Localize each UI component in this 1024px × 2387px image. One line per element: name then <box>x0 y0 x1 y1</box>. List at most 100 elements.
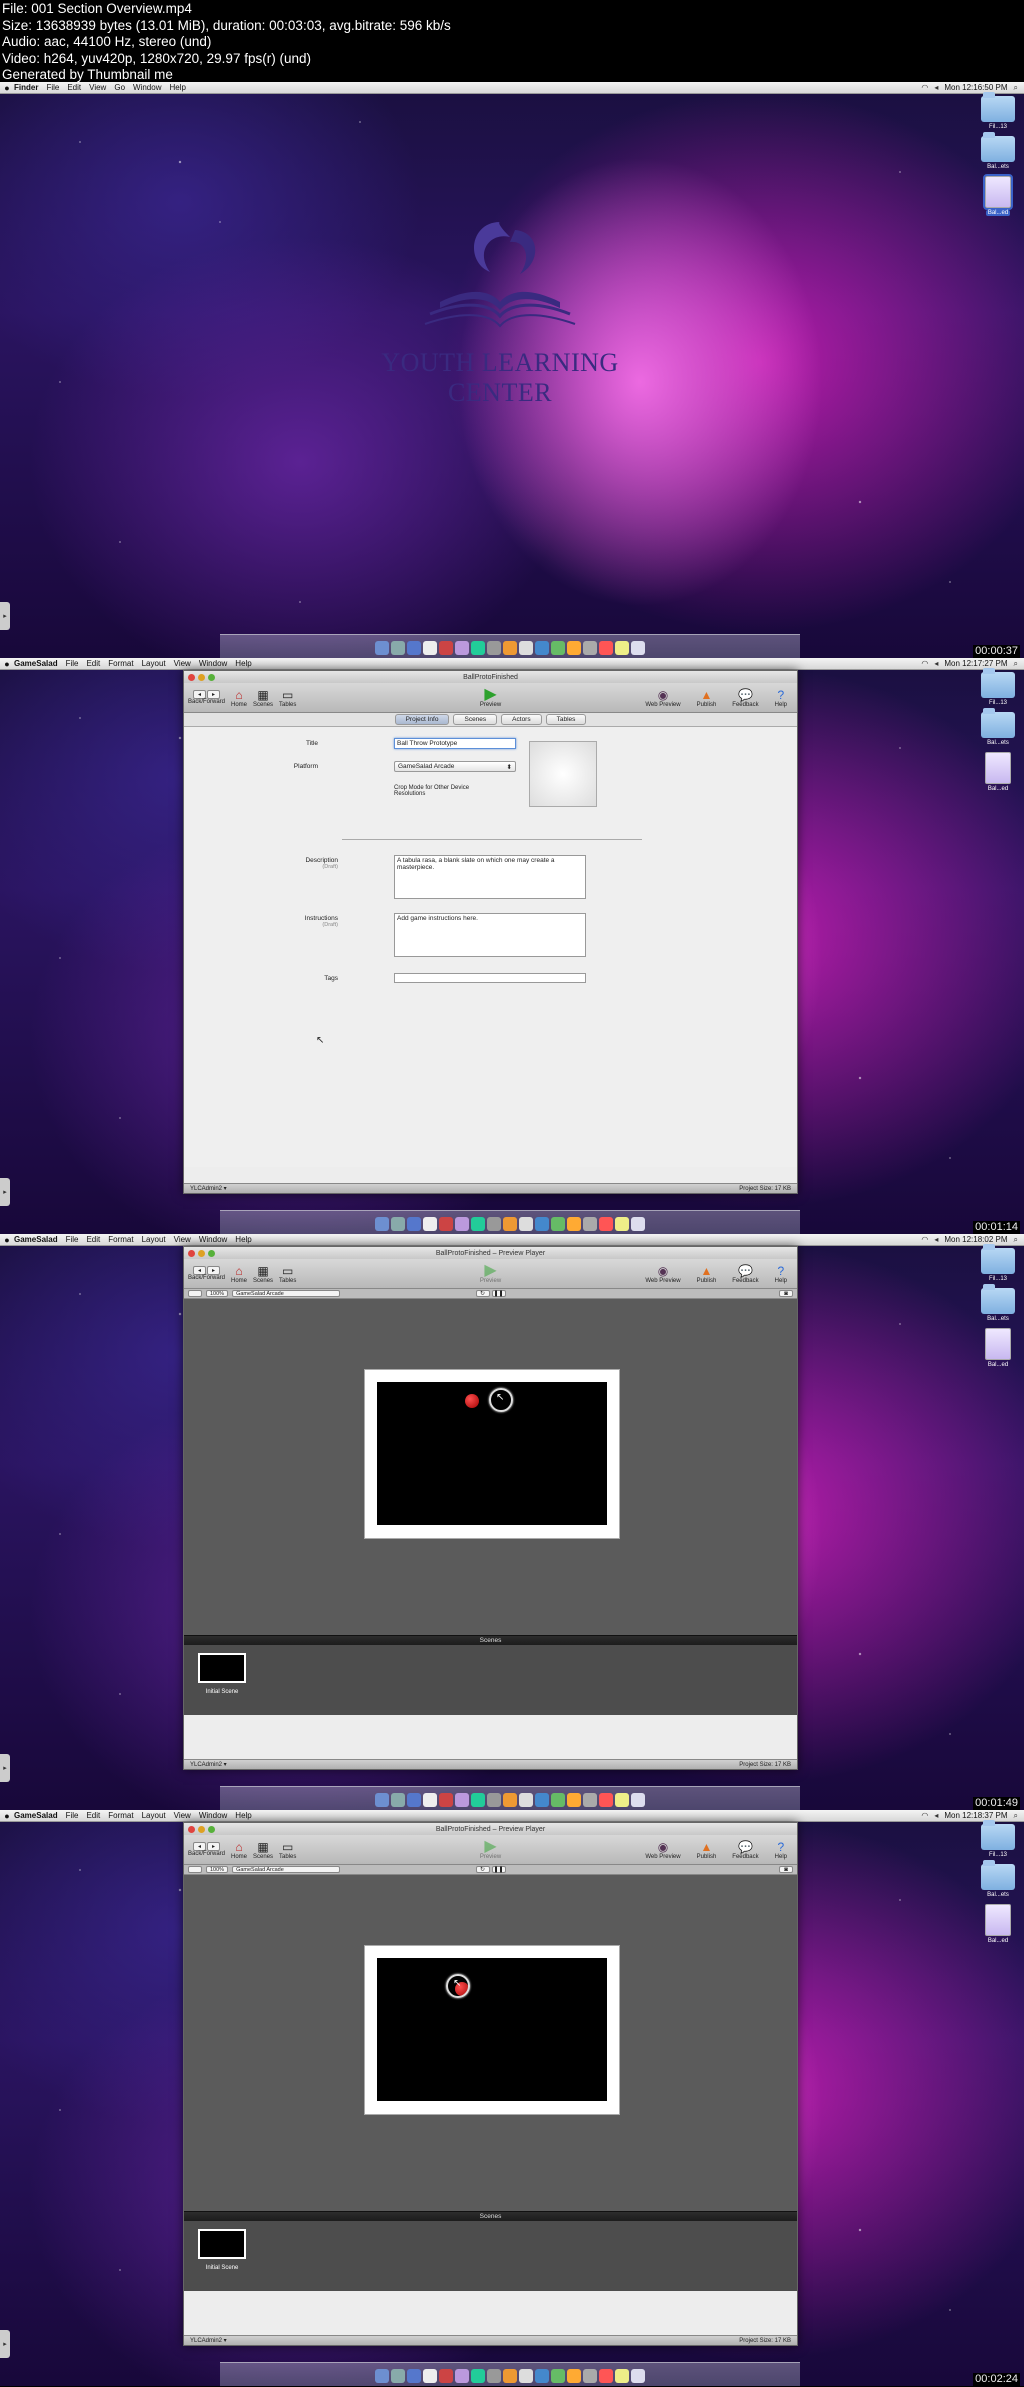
app-icon[interactable] <box>439 1793 453 1807</box>
menu-edit[interactable]: Edit <box>86 659 100 668</box>
app-icon[interactable] <box>567 1793 581 1807</box>
publish-button[interactable]: ▲ Publish <box>697 688 717 708</box>
app-icon[interactable] <box>455 1793 469 1807</box>
forward-arrow-icon[interactable]: ▸ <box>207 690 220 699</box>
tab-actors[interactable]: Actors <box>501 714 542 725</box>
desktop-document-icon[interactable]: Bal...ed <box>985 752 1011 792</box>
desktop-folder-icon[interactable]: Fil...13 <box>981 1244 1015 1282</box>
game-stage[interactable] <box>377 1958 607 2101</box>
close-icon[interactable] <box>188 673 195 681</box>
menu-clock[interactable]: Mon 12:18:37 PM <box>944 1811 1007 1820</box>
menu-layout[interactable]: Layout <box>142 1811 166 1820</box>
back-arrow-icon[interactable]: ◂ <box>193 690 206 699</box>
app-icon[interactable] <box>391 1793 405 1807</box>
feedback-button[interactable]: 💬 Feedback <box>732 688 758 708</box>
wifi-icon[interactable]: ◠ <box>921 83 928 92</box>
volume-icon[interactable]: ◂ <box>934 1811 938 1820</box>
help-button[interactable]: ? Help <box>775 688 787 708</box>
app-icon[interactable] <box>407 1793 421 1807</box>
spotlight-icon[interactable]: ⌕ <box>1014 659 1018 669</box>
menu-file[interactable]: File <box>66 1811 79 1820</box>
trash-icon[interactable] <box>631 2369 645 2383</box>
feedback-button[interactable]: 💬 Feedback <box>732 1264 758 1284</box>
spotlight-icon[interactable]: ⌕ <box>1014 1811 1018 1821</box>
menu-app-name[interactable]: Finder <box>14 83 38 92</box>
desktop-folder-icon[interactable]: Fil...13 <box>981 1820 1015 1858</box>
app-icon[interactable] <box>615 641 629 655</box>
tab-project-info[interactable]: Project Info <box>394 714 450 725</box>
close-icon[interactable] <box>188 1825 195 1833</box>
apple-menu-icon[interactable]: ● <box>0 1811 14 1821</box>
apple-menu-icon[interactable]: ● <box>0 1235 14 1245</box>
trash-icon[interactable] <box>631 641 645 655</box>
desktop-folder-icon[interactable]: Bal...ets <box>981 1860 1015 1898</box>
finder-icon[interactable] <box>375 2369 389 2383</box>
app-icon[interactable] <box>551 2369 565 2383</box>
scenes-button[interactable]: ▦ Scenes <box>253 688 273 708</box>
menu-clock[interactable]: Mon 12:16:50 PM <box>944 83 1007 92</box>
app-icon[interactable] <box>471 641 485 655</box>
pause-icon[interactable]: ❚❚ <box>491 1866 506 1873</box>
publish-button[interactable]: ▲ Publish <box>697 1840 717 1860</box>
spotlight-icon[interactable]: ⌕ <box>1014 1235 1018 1245</box>
app-icon[interactable] <box>391 2369 405 2383</box>
feedback-button[interactable]: 💬 Feedback <box>732 1840 758 1860</box>
wifi-icon[interactable]: ◠ <box>921 1811 928 1820</box>
app-icon[interactable] <box>583 1217 597 1231</box>
close-icon[interactable] <box>188 1249 195 1257</box>
app-icon[interactable] <box>567 2369 581 2383</box>
finder-icon[interactable] <box>375 1217 389 1231</box>
menu-window[interactable]: Window <box>133 83 161 92</box>
desktop-document-icon[interactable]: Bal...ed <box>985 1328 1011 1368</box>
menu-view[interactable]: View <box>89 83 106 92</box>
menu-go[interactable]: Go <box>114 83 125 92</box>
web-preview-button[interactable]: ◉ Web Preview <box>645 688 680 708</box>
desktop-document-icon[interactable]: Bal...ed <box>985 1904 1011 1944</box>
home-button[interactable]: ⌂ Home <box>231 1840 247 1860</box>
app-icon[interactable] <box>455 2369 469 2383</box>
description-textarea[interactable]: A tabula rasa, a blank slate on which on… <box>394 855 586 899</box>
app-icon[interactable] <box>583 2369 597 2383</box>
app-icon[interactable] <box>551 641 565 655</box>
spotlight-icon[interactable]: ⌕ <box>1014 83 1018 93</box>
app-icon[interactable] <box>487 1793 501 1807</box>
app-icon[interactable] <box>615 1793 629 1807</box>
menu-layout[interactable]: Layout <box>142 1235 166 1244</box>
app-icon[interactable] <box>439 2369 453 2383</box>
back-forward-button[interactable]: ◂ ▸ Back/Forward <box>188 690 225 705</box>
web-preview-button[interactable]: ◉ Web Preview <box>645 1264 680 1284</box>
wifi-icon[interactable]: ◠ <box>921 659 928 668</box>
app-icon[interactable] <box>407 1217 421 1231</box>
app-icon[interactable] <box>503 2369 517 2383</box>
trash-icon[interactable] <box>631 1793 645 1807</box>
user-menu[interactable]: YLCAdmin2 ▾ <box>190 1185 227 1192</box>
menu-help[interactable]: Help <box>235 1235 251 1244</box>
menu-window[interactable]: Window <box>199 1811 227 1820</box>
app-icon[interactable] <box>519 641 533 655</box>
back-arrow-icon[interactable]: ◂ <box>193 1266 206 1275</box>
app-icon[interactable] <box>583 1793 597 1807</box>
game-stage[interactable] <box>377 1382 607 1525</box>
menu-layout[interactable]: Layout <box>142 659 166 668</box>
zoom-select[interactable]: 100% <box>206 1290 229 1297</box>
wifi-icon[interactable]: ◠ <box>921 1235 928 1244</box>
app-icon[interactable] <box>599 1217 613 1231</box>
minimize-icon[interactable] <box>198 1249 205 1257</box>
desktop-document-icon[interactable]: Bal...ed <box>983 174 1013 216</box>
app-icon[interactable] <box>615 1217 629 1231</box>
volume-icon[interactable]: ◂ <box>934 1235 938 1244</box>
scenes-button[interactable]: ▦ Scenes <box>253 1264 273 1284</box>
project-icon-well[interactable] <box>529 741 597 807</box>
finder-icon[interactable] <box>375 641 389 655</box>
app-icon[interactable] <box>423 1793 437 1807</box>
app-icon[interactable] <box>487 2369 501 2383</box>
help-button[interactable]: ? Help <box>775 1264 787 1284</box>
desktop-folder-icon[interactable]: Bal...ets <box>981 708 1015 746</box>
app-icon[interactable] <box>439 641 453 655</box>
scene-thumbnail[interactable] <box>198 2229 246 2259</box>
desktop-folder-icon[interactable]: Bal...ets <box>981 1284 1015 1322</box>
app-icon[interactable] <box>487 1217 501 1231</box>
tables-button[interactable]: ▭ Tables <box>279 1840 296 1860</box>
tags-field[interactable] <box>394 973 586 983</box>
menu-format[interactable]: Format <box>108 659 133 668</box>
